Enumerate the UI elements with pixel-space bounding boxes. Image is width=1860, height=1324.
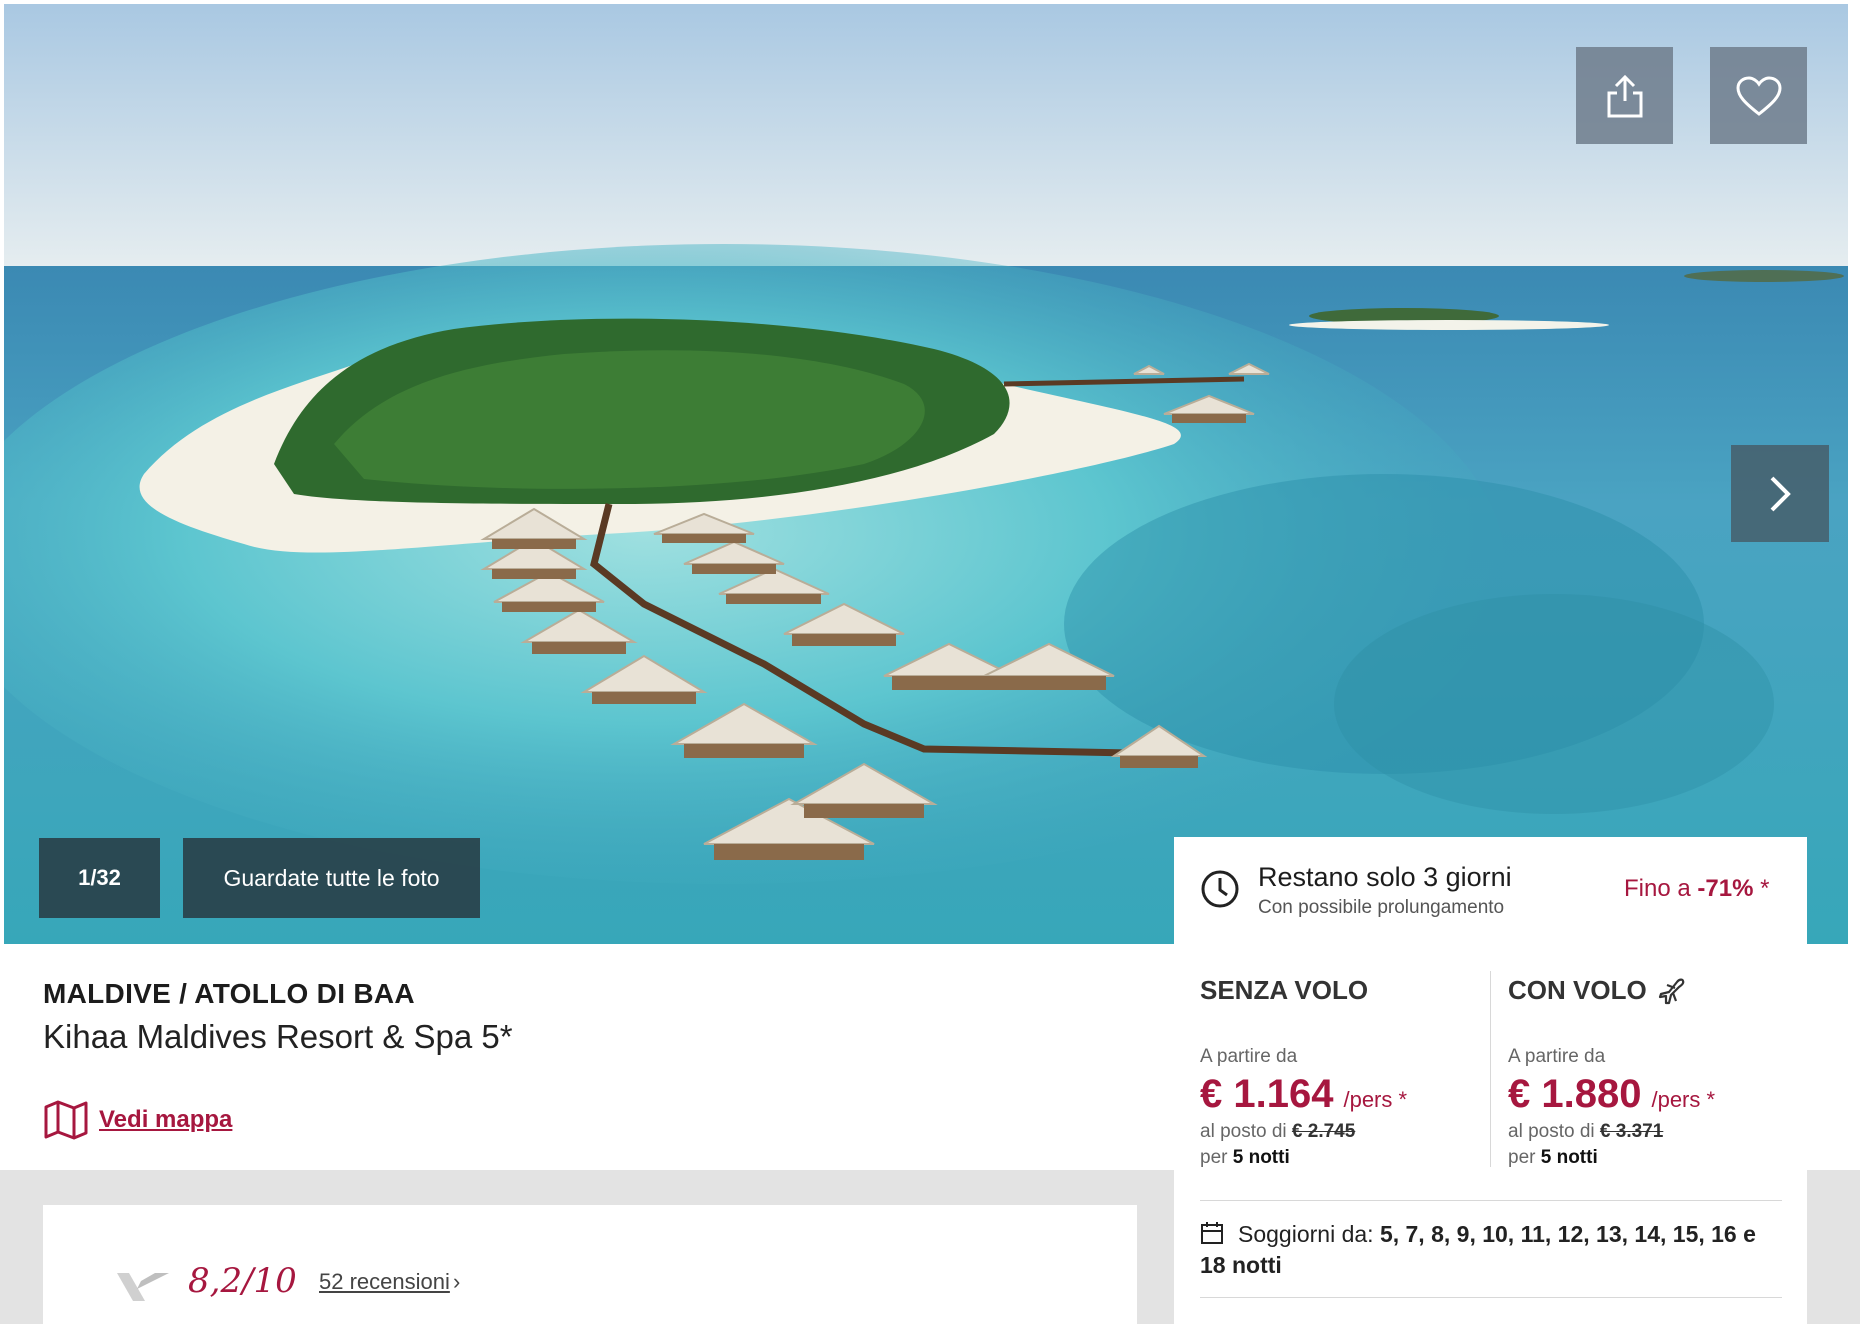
hero-photo [4, 4, 1848, 944]
stay-durations-label: Soggiorni da: [1238, 1221, 1374, 1247]
chevron-right-small-icon: › [453, 1269, 461, 1294]
old-price: € 3.371 [1599, 1121, 1664, 1142]
panel-divider-bottom [1200, 1297, 1782, 1298]
for-label: per [1200, 1147, 1228, 1168]
next-photo-button[interactable] [1731, 445, 1829, 542]
price-option-with-flight[interactable]: CON VOLO A partire da € 1.880 /pers * al… [1508, 975, 1808, 1169]
reviews-link[interactable]: 52 recensioni [319, 1269, 450, 1295]
photo-counter: 1/32 [39, 838, 160, 918]
nights-value: 5 notti [1232, 1147, 1290, 1168]
view-map-label: Vedi mappa [99, 1106, 233, 1133]
instead-of-label: al posto di [1200, 1121, 1287, 1142]
price-option-without-flight[interactable]: SENZA VOLO A partire da € 1.164 /pers * … [1200, 975, 1500, 1169]
discount-prefix: Fino a [1624, 875, 1691, 902]
price-option-heading: SENZA VOLO [1200, 975, 1369, 1005]
share-icon [1607, 74, 1642, 117]
offer-timer: Restano solo 3 giorni Con possibile prol… [1174, 837, 1807, 947]
favorite-button[interactable] [1710, 47, 1807, 144]
hotel-name: Kihaa Maldives Resort & Spa 5* [43, 1018, 513, 1055]
plane-icon [1658, 978, 1685, 1004]
review-logo-icon [117, 1273, 169, 1301]
stay-durations: Soggiorni da: 5, 7, 8, 9, 10, 11, 12, 13… [1200, 1219, 1785, 1281]
price-value: € 1.164 [1200, 1072, 1334, 1116]
clock-icon [1201, 870, 1239, 908]
per-person-label: /pers * [1343, 1087, 1408, 1112]
nights-value: 5 notti [1540, 1147, 1598, 1168]
review-card: 8,2/10 52 recensioni › [43, 1205, 1137, 1324]
price-value: € 1.880 [1508, 1072, 1642, 1116]
price-option-heading-text: CON VOLO [1508, 975, 1647, 1005]
view-all-photos-button[interactable]: Guardate tutte le foto [183, 838, 480, 918]
map-icon [44, 1100, 88, 1140]
discount-badge: Fino a -71% * [1624, 875, 1769, 903]
calendar-icon [1201, 1222, 1223, 1244]
for-label: per [1508, 1147, 1536, 1168]
price-option-heading-flight: CON VOLO [1508, 975, 1808, 1006]
discount-value: -71% [1697, 875, 1754, 902]
offer-timer-subtitle: Con possibile prolungamento [1258, 897, 1505, 918]
booking-panel: Restano solo 3 giorni Con possibile prol… [1174, 837, 1807, 1324]
old-price: € 2.745 [1291, 1121, 1356, 1142]
instead-of-label: al posto di [1508, 1121, 1595, 1142]
column-divider [1490, 971, 1491, 1167]
discount-suffix: * [1760, 875, 1770, 902]
heart-icon [1735, 75, 1782, 116]
chevron-right-icon [1770, 476, 1791, 511]
review-score: 8,2/10 [188, 1261, 297, 1301]
per-person-label: /pers * [1651, 1087, 1716, 1112]
from-label: A partire da [1508, 1046, 1606, 1067]
offer-timer-title: Restano solo 3 giorni [1258, 862, 1512, 892]
view-map-link[interactable]: Vedi mappa [43, 1099, 232, 1141]
destination-region: MALDIVE / ATOLLO DI BAA [43, 978, 415, 1009]
hero-gallery[interactable]: 1/32 Guardate tutte le foto [4, 4, 1848, 944]
from-label: A partire da [1200, 1046, 1298, 1067]
share-button[interactable] [1576, 47, 1673, 144]
panel-divider [1200, 1200, 1782, 1201]
